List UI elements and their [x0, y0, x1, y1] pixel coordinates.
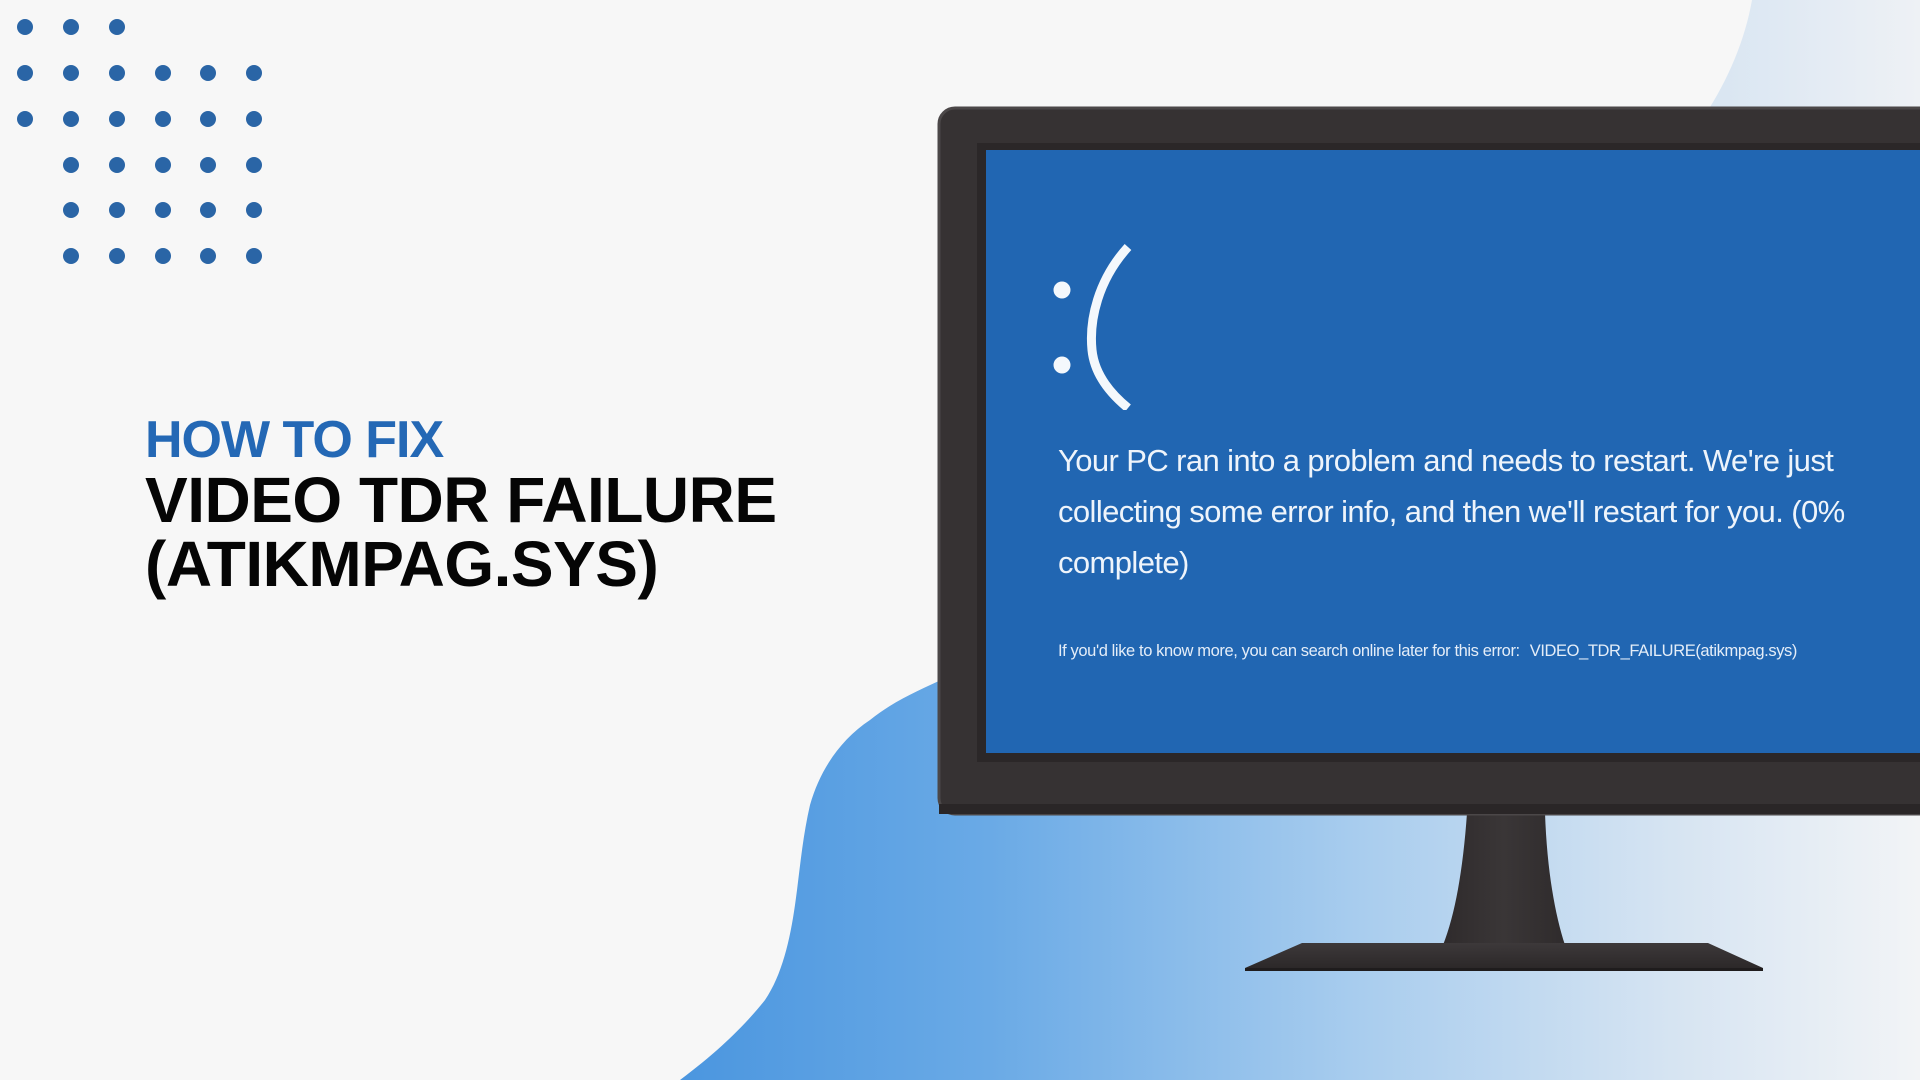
sad-face-icon [1053, 243, 1132, 410]
bsod-message: Your PC ran into a problem and needs to … [1058, 435, 1920, 588]
bsod-more-info: If you'd like to know more, you can sear… [1058, 642, 1797, 661]
monitor-stand-neck [1443, 813, 1565, 945]
bsod-message-line: collecting some error info, and then we'… [1058, 494, 1845, 529]
monitor-stand-base [1245, 943, 1763, 971]
bsod-more-info-text: If you'd like to know more, you can sear… [1058, 642, 1520, 660]
bsod-message-line: Your PC ran into a problem and needs to … [1058, 443, 1834, 478]
bsod-screen: Your PC ran into a problem and needs to … [986, 150, 1920, 753]
bsod-message-line: complete) [1058, 545, 1189, 580]
bsod-stop-code: VIDEO_TDR_FAILURE(atikmpag.sys) [1529, 642, 1798, 660]
